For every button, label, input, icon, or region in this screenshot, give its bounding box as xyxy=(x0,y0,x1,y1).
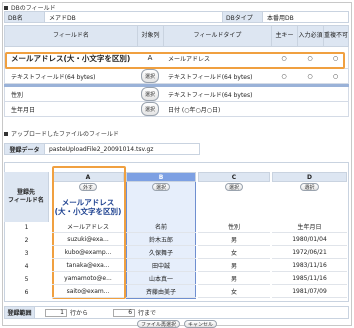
field-name: 性別 xyxy=(11,91,24,99)
col-required: 入力必須 xyxy=(297,26,323,46)
select-button[interactable]: 選択 xyxy=(300,183,319,191)
req-mark: ○ xyxy=(307,72,313,80)
cancel-button[interactable]: キャンセル xyxy=(184,320,218,328)
db-name-value: メアドDB xyxy=(45,12,223,22)
db-info-row: DB名 メアドDB DBタイプ 本番用DB xyxy=(4,11,349,23)
data-cell-b: 名前 xyxy=(126,221,196,233)
data-cell-c: 女 xyxy=(198,247,270,259)
range-from-input[interactable]: 1 xyxy=(45,308,67,317)
col-no-dup: 重複不可 xyxy=(323,26,348,46)
reg-data-row: 登録データ pasteUploadFile2_20091014.tsv.gz xyxy=(4,143,200,155)
column-header-d: D xyxy=(272,172,347,182)
field-row[interactable]: 性別 選択 テキストフィールド(64 bytes) xyxy=(4,87,349,102)
column-header-b: B xyxy=(126,172,196,182)
select-button[interactable]: 選択 xyxy=(151,183,170,191)
data-cell-d: 生年月日 xyxy=(272,221,347,233)
col-primary-key: 主キー xyxy=(271,26,297,46)
range-to-input[interactable]: 6 xyxy=(113,308,136,317)
data-cell-a: tanaka@exa... xyxy=(52,260,124,272)
select-button[interactable]: 選択 xyxy=(140,69,159,83)
db-name-label: DB名 xyxy=(5,12,45,22)
select-button[interactable]: 選択 xyxy=(224,183,243,191)
field-row[interactable]: テキストフィールド(64 bytes) 選択 テキストフィールド(64 byte… xyxy=(4,69,349,84)
field-name: テキストフィールド(64 bytes) xyxy=(11,73,96,81)
footer-actions: ファイル再選択 キャンセル xyxy=(0,320,354,328)
select-button[interactable]: 選択 xyxy=(140,102,159,116)
col-target: 対象列 xyxy=(137,26,163,46)
data-cell-b: 山本真一 xyxy=(126,273,196,285)
data-cell-a: yamamoto@e... xyxy=(52,273,124,285)
field-type: テキストフィールド(64 bytes) xyxy=(168,91,253,99)
data-cell-c: 性別 xyxy=(198,221,270,233)
data-cell-c: 男 xyxy=(198,234,270,246)
row-number: 5 xyxy=(24,275,29,283)
row-number: 2 xyxy=(24,236,29,244)
range-to-suffix: 行まで xyxy=(138,310,157,317)
field-type: テキストフィールド(64 bytes) xyxy=(168,73,253,81)
reg-data-label: 登録データ xyxy=(5,144,45,154)
db-type-label: DBタイプ xyxy=(223,12,263,22)
field-row[interactable]: 生年月日 選択 日付 (○年○月○日) xyxy=(4,102,349,117)
target-field-label: 登録先 フィールド名 xyxy=(4,172,49,222)
range-label: 登録範囲 xyxy=(5,307,35,318)
data-cell-a: kubo@examp... xyxy=(52,247,124,259)
select-button[interactable]: 選択 xyxy=(140,87,159,101)
bullet-icon xyxy=(4,5,8,10)
pk-mark: ○ xyxy=(281,72,287,80)
col-field-type: フィールドタイプ xyxy=(163,26,271,46)
data-cell-d: 1981/07/09 xyxy=(272,286,347,298)
upload-section-title: アップロードしたファイルのフィールド xyxy=(4,129,119,138)
field-name: 生年月日 xyxy=(11,106,36,114)
data-cell-b: 斉藤由美子 xyxy=(126,286,196,298)
field-type: 日付 (○年○月○日) xyxy=(168,106,221,114)
data-cell-a: suzuki@exa... xyxy=(52,234,124,246)
data-cell-d: 1983/11/16 xyxy=(272,260,347,272)
data-cell-d: 1972/06/21 xyxy=(272,247,347,259)
bullet-icon xyxy=(4,131,8,136)
data-cell-d: 1980/01/04 xyxy=(272,234,347,246)
reg-data-value: pasteUploadFile2_20091014.tsv.gz xyxy=(45,144,154,154)
row-number: 6 xyxy=(24,288,29,296)
column-header-c: C xyxy=(198,172,270,182)
data-cell-a: メールアドレス xyxy=(52,221,124,233)
reselect-file-button[interactable]: ファイル再選択 xyxy=(136,320,180,328)
dup-mark: ○ xyxy=(332,72,339,80)
data-cell-b: 田中誠 xyxy=(126,260,196,272)
row-number: 1 xyxy=(24,223,29,231)
data-cell-c: 男 xyxy=(198,260,270,272)
row-number: 4 xyxy=(24,262,29,270)
db-type-value: 本番用DB xyxy=(263,12,348,22)
range-from-suffix: 行から xyxy=(70,310,89,317)
selected-field-highlight xyxy=(5,52,345,69)
range-row: 登録範囲 1 行から 6 行まで xyxy=(4,306,349,319)
data-cell-a: saito@exam... xyxy=(52,286,124,298)
data-cell-b: 鈴木五郎 xyxy=(126,234,196,246)
col-field-name: フィールド名 xyxy=(53,31,89,39)
row-number: 3 xyxy=(24,249,29,257)
data-cell-b: 久保舞子 xyxy=(126,247,196,259)
data-cell-d: 1985/11/16 xyxy=(272,273,347,285)
data-cell-c: 男 xyxy=(198,273,270,285)
data-cell-c: 女 xyxy=(198,286,270,298)
field-table-header: フィールド名 対象列 フィールドタイプ 主キー 入力必須 重複不可 xyxy=(4,25,349,47)
